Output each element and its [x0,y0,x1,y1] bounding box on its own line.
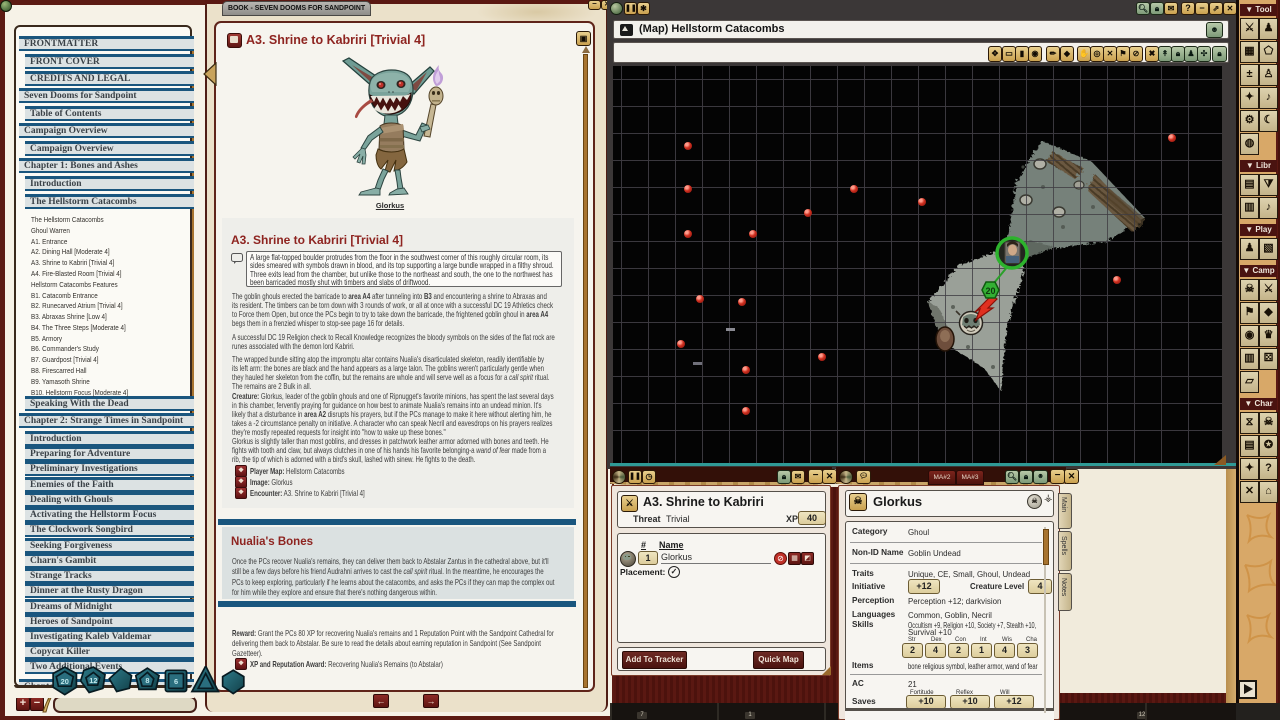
svg-text:20: 20 [985,286,995,296]
svg-text:8: 8 [145,676,149,685]
svg-text:20: 20 [61,677,69,686]
svg-text:6: 6 [174,677,178,686]
svg-text:12: 12 [89,676,97,685]
